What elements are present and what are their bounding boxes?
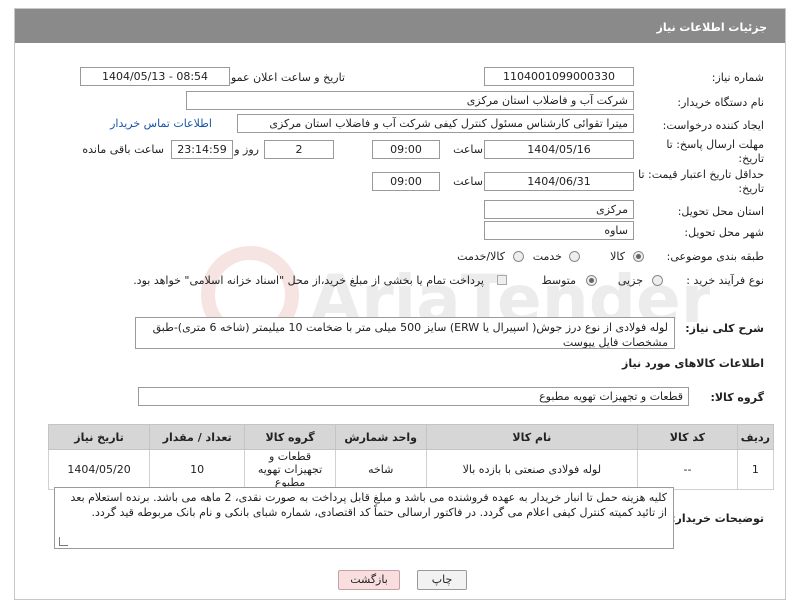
goods-table-header: ردیف کد کالا نام کالا واحد شمارش گروه کا…	[47, 424, 775, 450]
price-validity-label: حداقل تاریخ اعتبار قیمت: تا تاریخ:	[638, 168, 764, 195]
cell-code: --	[637, 449, 738, 490]
need-number-field: 1104001099000330	[484, 67, 634, 86]
resize-grip-icon[interactable]	[59, 537, 68, 546]
treasury-checkbox[interactable]	[497, 275, 507, 285]
delivery-city-label: شهر محل تحویل:	[684, 226, 764, 239]
process-medium-label: متوسط	[541, 274, 576, 287]
subject-class-label: طبقه بندی موضوعی:	[666, 250, 764, 263]
buyer-contact-link[interactable]: اطلاعات تماس خریدار	[110, 117, 212, 130]
col-code: کد کالا	[637, 424, 738, 450]
page-title: جزئیات اطلاعات نیاز	[656, 21, 768, 34]
print-button[interactable]: چاپ	[417, 570, 467, 590]
back-button[interactable]: بازگشت	[338, 570, 400, 590]
delivery-province-label: استان محل تحویل:	[677, 205, 764, 218]
panel-header: جزئیات اطلاعات نیاز	[15, 9, 785, 43]
buyer-notes-text: کلیه هزینه حمل تا انبار خریدار به عهده ف…	[70, 491, 667, 519]
subject-goods-label: کالا	[610, 250, 625, 263]
subject-goods-service-label: کالا/خدمت	[457, 250, 505, 263]
requester-label: ایجاد کننده درخواست:	[662, 119, 764, 132]
cell-unit: شاخه	[334, 449, 427, 490]
process-minor-radio[interactable]	[652, 275, 663, 286]
cell-date: 1404/05/20	[47, 449, 151, 490]
treasury-note: پرداخت تمام یا بخشی از مبلغ خرید،از محل …	[133, 274, 484, 287]
subject-service-radio[interactable]	[569, 251, 580, 262]
reply-deadline-date: 1404/05/16	[484, 140, 634, 159]
reply-deadline-time: 09:00	[372, 140, 440, 159]
col-qty: تعداد / مقدار	[149, 424, 246, 450]
goods-group-label: گروه کالا:	[710, 391, 764, 404]
buyer-notes-textarea[interactable]: کلیه هزینه حمل تا انبار خریدار به عهده ف…	[54, 487, 674, 549]
delivery-province-field: مرکزی	[484, 200, 634, 219]
reply-deadline-label: مهلت ارسال پاسخ: تا تاریخ:	[666, 138, 764, 165]
process-minor-label: جزیی	[617, 274, 643, 287]
cell-name: لوله فولادی صنعتی با بازده بالا	[425, 449, 639, 490]
description-textarea[interactable]: لوله فولادی از نوع درز جوش( اسپیرال یا E…	[135, 317, 675, 349]
price-validity-time-label: ساعت	[453, 175, 483, 188]
announce-datetime-label: تاریخ و ساعت اعلان عمومی:	[212, 71, 345, 84]
reply-deadline-time-label: ساعت	[453, 143, 483, 156]
remaining-time-field: 23:14:59	[171, 140, 233, 159]
subject-goods-radio[interactable]	[633, 251, 644, 262]
goods-group-field: قطعات و تجهیزات تهویه مطبوع	[138, 387, 689, 406]
buyer-org-field: شرکت آب و فاضلاب استان مرکزی	[186, 91, 634, 110]
col-date: تاریخ نیاز	[47, 424, 151, 450]
reply-days-field: 2	[264, 140, 334, 159]
delivery-city-field: ساوه	[484, 221, 634, 240]
subject-service-label: خدمت	[532, 250, 562, 263]
description-text: لوله فولادی از نوع درز جوش( اسپیرال یا E…	[152, 321, 668, 349]
col-row: ردیف	[736, 424, 775, 450]
subject-goods-service-radio[interactable]	[513, 251, 524, 262]
col-unit: واحد شمارش	[334, 424, 427, 450]
table-row: 1 -- لوله فولادی صنعتی با بازده بالا شاخ…	[47, 449, 775, 490]
col-name: نام کالا	[425, 424, 639, 450]
cell-row: 1	[736, 449, 775, 490]
announce-datetime-field: 1404/05/13 - 08:54	[80, 67, 230, 86]
reply-days-label: روز و	[234, 143, 259, 156]
requester-field: میترا تقوائی کارشناس مسئول کنترل کیفی شر…	[237, 114, 634, 133]
need-number-label: شماره نیاز:	[711, 71, 764, 84]
price-validity-date: 1404/06/31	[484, 172, 634, 191]
goods-table: ردیف کد کالا نام کالا واحد شمارش گروه کا…	[47, 424, 775, 490]
price-validity-time: 09:00	[372, 172, 440, 191]
cell-group: قطعات و تجهیزات تهویه مطبوع	[244, 449, 336, 490]
remaining-time-label: ساعت باقی مانده	[82, 143, 164, 156]
goods-section-title: اطلاعات کالاهای مورد نیاز	[622, 357, 764, 370]
process-medium-radio[interactable]	[586, 275, 597, 286]
col-group: گروه کالا	[244, 424, 336, 450]
buyer-org-label: نام دستگاه خریدار:	[677, 96, 764, 109]
purchase-process-label: نوع فرآیند خرید :	[686, 274, 764, 287]
description-label: شرح کلی نیاز:	[685, 322, 764, 335]
buyer-notes-label: توضیحات خریدار:	[671, 512, 764, 525]
cell-qty: 10	[149, 449, 246, 490]
